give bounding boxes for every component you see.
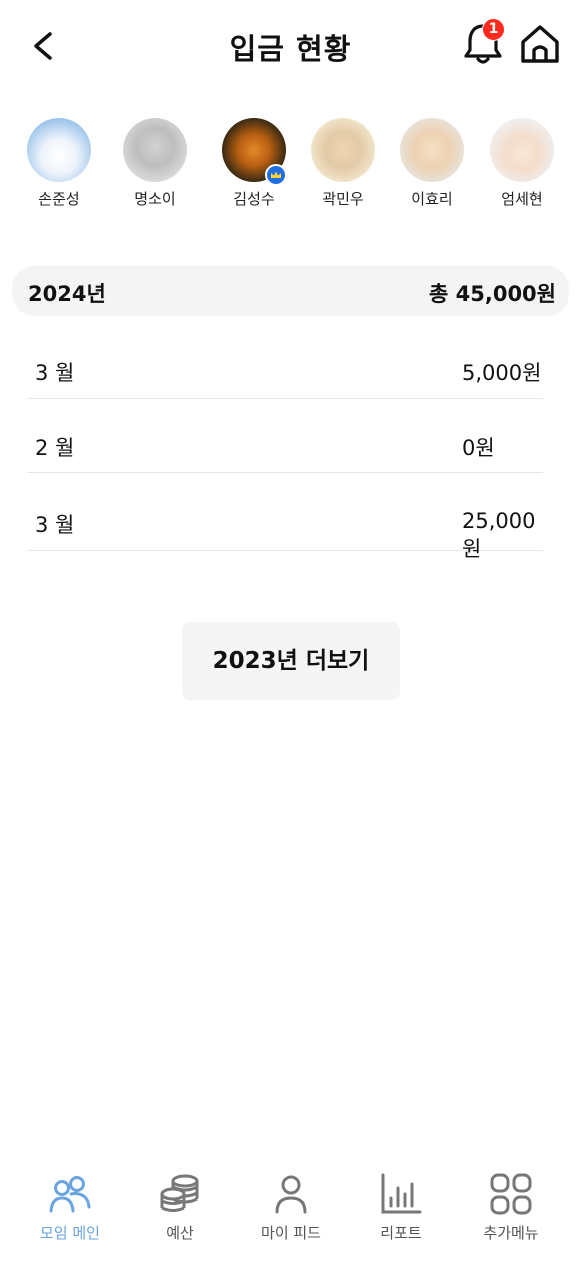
- header: 입금 현황 1: [0, 0, 581, 92]
- member-list: 손준성 명소이 김성수 곽민우 이효리 엄세현: [0, 118, 581, 218]
- tab-label: 마이 피드: [261, 1224, 321, 1242]
- deposit-row[interactable]: 2 월 0원: [27, 402, 543, 473]
- tab-label: 추가메뉴: [483, 1224, 539, 1242]
- member-name: 명소이: [134, 190, 176, 208]
- amount-label: 25,000원: [462, 509, 536, 561]
- tab-budget[interactable]: 예산: [122, 1172, 238, 1243]
- tab-label: 예산: [166, 1224, 194, 1242]
- year-label: 2024년: [28, 282, 106, 306]
- member-item[interactable]: 김성수: [209, 118, 299, 209]
- lion-avatar: [311, 118, 375, 182]
- hamster-avatar: [490, 118, 554, 182]
- people-icon: [49, 1176, 91, 1213]
- tab-my-feed[interactable]: 마이 피드: [233, 1172, 349, 1243]
- member-name: 이효리: [411, 190, 453, 208]
- amount-label: 0원: [462, 436, 495, 460]
- cat-gray-avatar: [123, 118, 187, 182]
- bar-chart-icon: [381, 1173, 422, 1214]
- notification-badge: 1: [482, 18, 505, 41]
- member-name: 김성수: [233, 190, 275, 208]
- load-previous-year-button[interactable]: 2023년 더보기: [182, 622, 400, 700]
- member-item[interactable]: 명소이: [110, 118, 200, 209]
- tab-label: 리포트: [380, 1224, 422, 1242]
- year-summary: 2024년 총 45,000원: [12, 266, 569, 316]
- member-name: 손준성: [38, 190, 80, 208]
- bottom-tab-bar: 모임 메인 예산 마이 피드 리포트 추가메뉴: [0, 1160, 581, 1261]
- home-icon: [521, 25, 559, 63]
- member-item[interactable]: 곽민우: [298, 118, 388, 209]
- deposit-row[interactable]: 3 월 25,000원: [27, 480, 543, 561]
- member-item[interactable]: 이효리: [387, 118, 477, 209]
- month-label: 3 월: [35, 513, 75, 537]
- dog-avatar: [400, 118, 464, 182]
- crown-icon: [265, 164, 287, 186]
- member-name: 엄세현: [501, 190, 543, 208]
- tab-group-main[interactable]: 모임 메인: [12, 1172, 128, 1243]
- grid-icon: [490, 1173, 532, 1215]
- month-label: 3 월: [35, 361, 75, 385]
- month-label: 2 월: [35, 436, 75, 460]
- member-name: 곽민우: [322, 190, 364, 208]
- deposit-row[interactable]: 3 월 5,000원: [27, 328, 543, 399]
- amount-label: 5,000원: [462, 361, 542, 385]
- coins-icon: [160, 1174, 199, 1212]
- year-total: 총 45,000원: [429, 282, 556, 306]
- member-item[interactable]: 엄세현: [477, 118, 567, 209]
- tab-more-menu[interactable]: 추가메뉴: [453, 1172, 569, 1243]
- member-item[interactable]: 손준성: [14, 118, 104, 209]
- cat-white-avatar: [27, 118, 91, 182]
- home-button[interactable]: [518, 22, 562, 66]
- tab-report[interactable]: 리포트: [343, 1172, 459, 1243]
- tab-label: 모임 메인: [40, 1224, 100, 1242]
- person-icon: [275, 1175, 307, 1214]
